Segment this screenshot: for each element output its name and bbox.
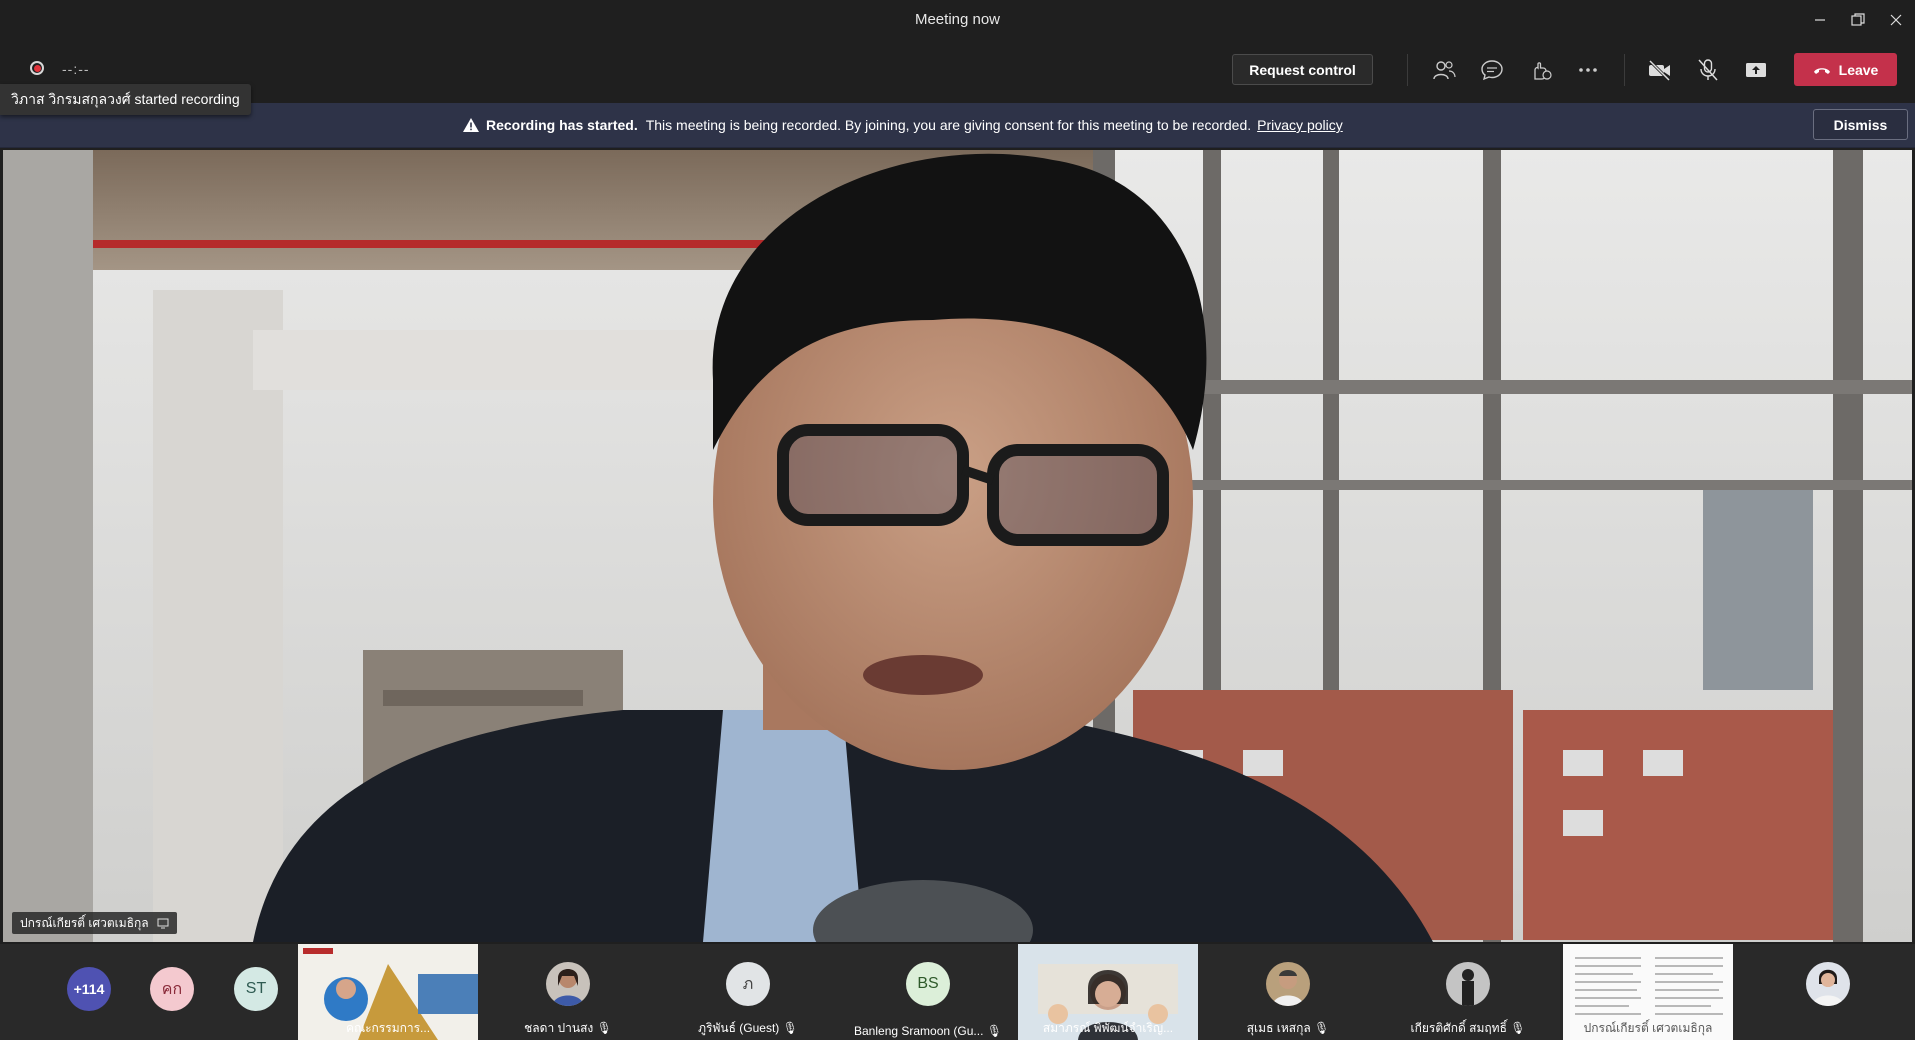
participant-photo-image	[1462, 969, 1474, 1006]
recording-banner: Recording has started. This meeting is b…	[0, 103, 1915, 148]
mic-muted-icon: 🎙	[1510, 1021, 1526, 1035]
mic-muted-icon: 🎙	[1314, 1021, 1330, 1035]
overflow-participants-button[interactable]: +114	[67, 967, 111, 1011]
reactions-icon	[1534, 62, 1552, 80]
participant-name: คณะกรรมการ...	[345, 1021, 431, 1035]
participant-photo-image	[1272, 970, 1304, 1006]
participant-tile[interactable]: ปกรณ์เกียรติ์ เศวตเมธิกุล	[1563, 944, 1733, 1040]
participant-initials: BS	[906, 962, 950, 1006]
close-button[interactable]	[1876, 4, 1915, 36]
recording-started-toast: วิภาส วิกรมสกุลวงศ์ started recording	[0, 84, 251, 115]
mic-muted-icon: 🎙	[782, 1021, 798, 1035]
participant-tile[interactable]: BS Banleng Sramoon (Gu... 🎙	[838, 944, 1018, 1040]
meeting-toolbar: --:-- Request control Leave	[0, 40, 1915, 100]
participant-tile[interactable]: ภ ภูริพันธ์ (Guest) 🎙	[658, 944, 838, 1040]
participant-name: Banleng Sramoon (Gu... 🎙	[838, 1024, 1018, 1038]
participant-name: ชลดา ปานสง 🎙	[478, 1019, 658, 1038]
more-icon	[1579, 68, 1597, 72]
participant-name: ปกรณ์เกียรติ์ เศวตเมธิกุล	[1583, 1021, 1713, 1035]
participant-photo	[1266, 962, 1310, 1006]
hang-up-icon	[1813, 67, 1830, 74]
restore-button[interactable]	[1838, 4, 1878, 36]
participant-name-text: เกียรติศักดิ์ สมฤทธิ์	[1410, 1021, 1507, 1035]
participant-photo	[1446, 962, 1490, 1006]
meeting-timer: --:--	[62, 61, 90, 77]
toolbar-divider	[1624, 54, 1625, 86]
restore-icon	[1851, 13, 1865, 26]
participant-initials: ภ	[726, 962, 770, 1006]
participant-photo	[546, 962, 590, 1006]
share-content-button[interactable]	[1740, 54, 1772, 86]
share-icon	[1746, 63, 1766, 77]
close-icon	[1890, 14, 1902, 26]
participant-photo-image	[552, 969, 584, 1006]
participant-tile[interactable]: สุเมธ เหสกุล 🎙	[1198, 944, 1378, 1040]
participant-avatar[interactable]: คก	[150, 967, 194, 1011]
mic-muted-icon: 🎙	[986, 1024, 1002, 1038]
chat-icon	[1481, 60, 1503, 81]
dismiss-button[interactable]: Dismiss	[1813, 109, 1908, 140]
banner-body: This meeting is being recorded. By joini…	[645, 117, 1252, 133]
participant-tile[interactable]: เกียรติศักดิ์ สมฤทธิ์ 🎙	[1378, 944, 1558, 1040]
minimize-icon	[1815, 19, 1825, 21]
mic-toggle-button[interactable]	[1692, 54, 1724, 86]
leave-label: Leave	[1838, 61, 1879, 78]
request-control-button[interactable]: Request control	[1232, 54, 1373, 85]
participant-tile[interactable]: คณะกรรมการ...	[298, 944, 478, 1040]
participants-button[interactable]	[1428, 54, 1460, 86]
speaker-video-image	[3, 150, 1912, 942]
participant-name-text: สุเมธ เหสกุล	[1246, 1021, 1311, 1035]
participant-tile[interactable]: สมาภรณ์ พิพัฒน์จำเริญ...	[1018, 944, 1198, 1040]
participant-photo	[1806, 962, 1850, 1006]
participant-name-text: ชลดา ปานสง	[524, 1021, 594, 1035]
leave-button[interactable]: Leave	[1794, 53, 1897, 86]
reactions-button[interactable]	[1524, 54, 1556, 86]
speaker-name-tag: ปกรณ์เกียรติ์ เศวตเมธิกุล	[12, 912, 177, 934]
more-options-button[interactable]	[1572, 54, 1604, 86]
participant-name: ภูริพันธ์ (Guest) 🎙	[658, 1019, 838, 1038]
banner-message: Recording has started. This meeting is b…	[462, 117, 1343, 133]
privacy-policy-link[interactable]: Privacy policy	[1257, 117, 1343, 133]
participant-tile[interactable]	[1738, 944, 1915, 1040]
warning-icon	[463, 118, 479, 132]
participant-name: สมาภรณ์ พิพัฒน์จำเริญ...	[1042, 1021, 1174, 1035]
speaker-name: ปกรณ์เกียรติ์ เศวตเมธิกุล	[20, 915, 149, 930]
participant-name-text: ภูริพันธ์ (Guest)	[698, 1021, 780, 1035]
participant-name: สุเมธ เหสกุล 🎙	[1198, 1019, 1378, 1038]
participant-name-text: Banleng Sramoon (Gu...	[854, 1024, 984, 1038]
participant-photo-image	[1812, 969, 1844, 1006]
camera-off-icon	[1648, 59, 1671, 81]
title-bar: Meeting now	[0, 0, 1915, 41]
screen-share-status-icon	[157, 918, 169, 929]
chat-button[interactable]	[1476, 54, 1508, 86]
participant-gallery: +114 คก ST คณะกรรมการ... ชลดา ปานสง 🎙 ภ …	[0, 944, 1915, 1040]
banner-heading: Recording has started.	[486, 117, 638, 133]
mic-off-icon	[1698, 59, 1718, 81]
camera-toggle-button[interactable]	[1644, 54, 1676, 86]
main-video-feed	[3, 150, 1912, 942]
participant-tile[interactable]: ชลดา ปานสง 🎙	[478, 944, 658, 1040]
mic-muted-icon: 🎙	[596, 1021, 612, 1035]
participant-avatar[interactable]: ST	[234, 967, 278, 1011]
participants-icon	[1433, 61, 1456, 80]
recording-indicator-icon	[30, 61, 44, 75]
participant-name: เกียรติศักดิ์ สมฤทธิ์ 🎙	[1378, 1019, 1558, 1038]
window-title: Meeting now	[914, 11, 1001, 28]
toolbar-divider	[1407, 54, 1408, 86]
minimize-button[interactable]	[1800, 4, 1840, 36]
